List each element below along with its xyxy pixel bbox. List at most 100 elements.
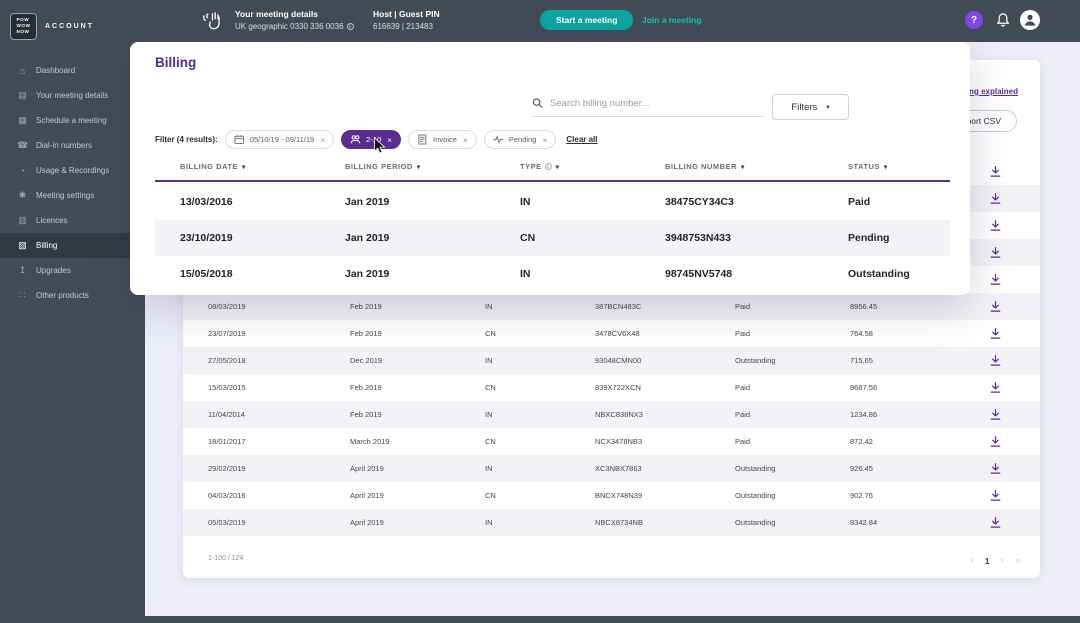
sidebar-item-label: Other products xyxy=(36,291,89,300)
download-icon[interactable] xyxy=(989,327,1002,340)
pulse-icon xyxy=(493,136,504,144)
filter-chip-invoice[interactable]: Invoice × xyxy=(408,130,477,149)
table-row: 23/10/2019 Jan 2019 CN 3948753N433 Pendi… xyxy=(155,220,950,256)
sidebar-item-label: Usage & Recordings xyxy=(36,166,110,175)
cell-billing-date: 08/03/2019 xyxy=(208,302,246,311)
column-header-type[interactable]: TYPE i ▾ xyxy=(520,162,665,171)
current-page[interactable]: 1 xyxy=(985,556,990,566)
filter-chip-date-range[interactable]: 05/10/19 - 09/11/19 × xyxy=(224,130,335,149)
download-icon[interactable] xyxy=(989,435,1002,448)
cell-billing-period: April 2019 xyxy=(350,518,384,527)
billing-modal: Billing Filters ▾ Filter (4 results): 05… xyxy=(130,42,970,295)
modal-table-header: BILLING DATE ▾ BILLING PERIOD ▾ TYPE i ▾ BIL… xyxy=(155,162,950,182)
search-input[interactable] xyxy=(550,97,764,109)
topbar: Your meeting details UK geographic 0330 … xyxy=(145,0,1080,42)
column-header-billing-number[interactable]: BILLING NUMBER ▾ xyxy=(665,162,848,171)
cell-billing-date: 15/03/2015 xyxy=(208,383,246,392)
download-icon[interactable] xyxy=(989,165,1002,178)
sidebar-item-schedule-meeting[interactable]: ▦ Schedule a meeting xyxy=(0,108,145,133)
filters-button[interactable]: Filters ▾ xyxy=(772,94,849,120)
sidebar-item-label: Meeting settings xyxy=(36,191,95,200)
prev-page-button[interactable]: ‹ xyxy=(971,555,974,566)
close-icon[interactable]: × xyxy=(387,135,392,145)
cell-billing-date: 15/05/2018 xyxy=(180,268,233,280)
table-row: 27/05/2018 Dec 2019 IN 93048CMN00 Outstandin… xyxy=(183,347,1040,374)
cell-billing-period: Feb 2019 xyxy=(350,302,382,311)
cell-billing-date: 04/03/2016 xyxy=(208,491,246,500)
bell-icon[interactable] xyxy=(994,11,1012,29)
last-page-button[interactable]: » xyxy=(1015,555,1020,566)
chip-label: Pending xyxy=(508,135,537,144)
meeting-details-summary: Your meeting details UK geographic 0330 … xyxy=(235,9,354,31)
cell-type: IN xyxy=(485,518,493,527)
start-meeting-button[interactable]: Start a meeting xyxy=(540,10,634,30)
help-icon[interactable]: ? xyxy=(965,11,983,29)
info-icon[interactable]: i xyxy=(544,163,552,170)
cell-type: CN xyxy=(485,329,496,338)
sidebar-item-label: Dashboard xyxy=(36,66,76,75)
column-header-status[interactable]: STATUS ▾ xyxy=(848,162,950,171)
cell-billing-period: April 2019 xyxy=(350,464,384,473)
close-icon[interactable]: × xyxy=(463,135,468,145)
download-icon[interactable] xyxy=(989,246,1002,259)
download-icon[interactable] xyxy=(989,192,1002,205)
download-icon[interactable] xyxy=(989,300,1002,313)
cell-billing-period: Dec 2019 xyxy=(350,356,383,365)
clear-all-link[interactable]: Clear all xyxy=(566,135,597,144)
close-icon[interactable]: × xyxy=(320,135,325,145)
sidebar-item-usage-recordings[interactable]: ◔ Usage & Recordings xyxy=(0,158,145,183)
filter-chip-participants[interactable]: 2-10 × xyxy=(341,130,402,149)
cell-amount: 9687.56 xyxy=(850,383,878,392)
column-header-billing-period[interactable]: BILLING PERIOD ▾ xyxy=(345,162,520,171)
column-header-billing-date[interactable]: BILLING DATE ▾ xyxy=(180,162,345,171)
cell-billing-number: 3478CV6X48 xyxy=(595,329,640,338)
download-icon[interactable] xyxy=(989,516,1002,529)
upgrade-icon: ↥ xyxy=(18,265,27,275)
download-icon[interactable] xyxy=(989,462,1002,475)
cell-amount: 764.58 xyxy=(850,329,873,338)
mouse-cursor xyxy=(374,137,386,154)
sidebar-item-dialin-numbers[interactable]: ☎ Dial-in numbers xyxy=(0,133,145,158)
close-icon[interactable]: × xyxy=(542,135,547,145)
sidebar-item-other-products[interactable]: ∷ Other products xyxy=(0,283,145,308)
sidebar-item-meeting-settings[interactable]: ✱ Meeting settings xyxy=(0,183,145,208)
cell-billing-date: 23/07/2019 xyxy=(208,329,246,338)
sidebar-item-billing[interactable]: ▧ Billing xyxy=(0,233,145,258)
join-meeting-link[interactable]: Join a meeting xyxy=(642,15,702,25)
cell-billing-date: 11/04/2014 xyxy=(208,410,245,419)
cell-type: CN xyxy=(485,437,496,446)
table-row: 15/03/2015 Feb 2019 CN 839X722XCN Paid 9687.5… xyxy=(183,374,1040,401)
info-icon[interactable]: i xyxy=(346,23,354,30)
download-icon[interactable] xyxy=(989,273,1002,286)
download-icon[interactable] xyxy=(989,219,1002,232)
next-page-button[interactable]: › xyxy=(1001,555,1004,566)
download-icon[interactable] xyxy=(989,381,1002,394)
sidebar-item-dashboard[interactable]: ⌂ Dashboard xyxy=(0,58,145,83)
sidebar-item-upgrades[interactable]: ↥ Upgrades xyxy=(0,258,145,283)
sidebar-item-licences[interactable]: ▥ Licences xyxy=(0,208,145,233)
cell-billing-date: 29/02/2019 xyxy=(208,464,246,473)
cell-billing-date: 23/10/2019 xyxy=(180,232,233,244)
download-icon[interactable] xyxy=(989,489,1002,502)
cell-type: IN xyxy=(485,464,493,473)
table-row: 23/07/2019 Feb 2019 CN 3478CV6X48 Paid 764.58 xyxy=(183,320,1040,347)
sort-chevron-icon: ▾ xyxy=(741,164,745,171)
sidebar-item-label: Dial-in numbers xyxy=(36,141,93,150)
meeting-details-icon: ▤ xyxy=(18,90,27,100)
cell-status: Outstanding xyxy=(735,491,776,500)
download-icon[interactable] xyxy=(989,354,1002,367)
cell-status: Paid xyxy=(848,196,871,208)
download-icon[interactable] xyxy=(989,408,1002,421)
licences-icon: ▥ xyxy=(18,215,27,225)
cell-status: Paid xyxy=(735,383,751,392)
modal-table-body: 13/03/2016 Jan 2019 IN 38475CY34C3 Paid … xyxy=(155,184,950,292)
filter-chip-pending[interactable]: Pending × xyxy=(483,130,557,149)
cell-billing-date: 27/05/2018 xyxy=(208,356,246,365)
cell-billing-number: 387BCN483C xyxy=(595,302,642,311)
sidebar-item-meeting-details[interactable]: ▤ Your meeting details xyxy=(0,83,145,108)
cell-type: IN xyxy=(520,268,531,280)
avatar[interactable] xyxy=(1020,10,1040,30)
search-icon xyxy=(532,98,543,108)
billing-icon: ▧ xyxy=(18,240,27,250)
people-icon xyxy=(350,135,361,144)
